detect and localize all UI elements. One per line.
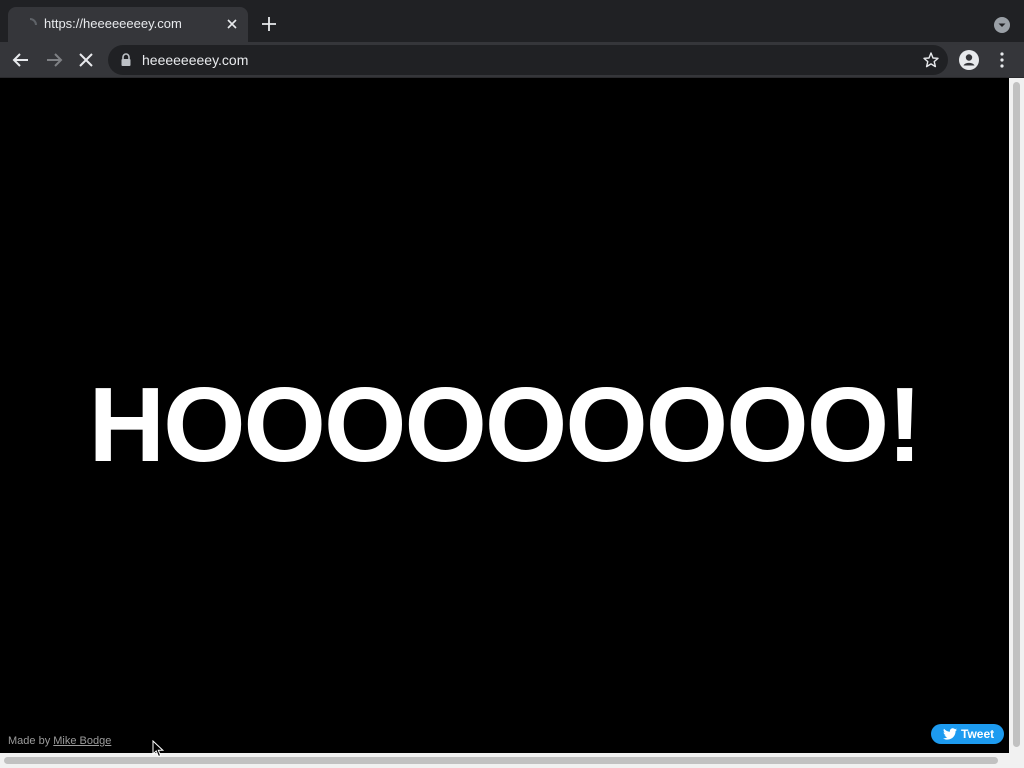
kebab-menu-icon[interactable]	[994, 50, 1010, 70]
lock-icon	[121, 53, 131, 66]
tab-active[interactable]: https://heeeeeeeey.com	[8, 7, 248, 42]
close-icon[interactable]	[75, 49, 97, 71]
url-text[interactable]: heeeeeeeey.com	[142, 52, 248, 68]
twitter-bird-icon	[943, 728, 957, 740]
arrow-right-icon[interactable]	[43, 49, 65, 71]
page-viewport: HOOOOOOOOO! Made by Mike Bodge Tweet	[0, 78, 1009, 753]
tweet-label: Tweet	[961, 727, 995, 741]
tab-title: https://heeeeeeeey.com	[44, 16, 182, 31]
plus-icon[interactable]	[260, 15, 278, 33]
mouse-cursor-icon	[152, 740, 164, 758]
tab-strip: https://heeeeeeeey.com	[0, 0, 1024, 42]
browser-window: https://heeeeeeeey.com heeeeeeeey.com HO…	[0, 0, 1024, 768]
tweet-button[interactable]: Tweet	[931, 724, 1004, 744]
credit-prefix: Made by	[8, 735, 51, 747]
loading-favicon-icon	[29, 18, 37, 26]
vertical-scroll-thumb[interactable]	[1013, 82, 1020, 747]
vertical-scrollbar[interactable]	[1009, 78, 1024, 753]
close-icon[interactable]	[224, 16, 240, 32]
address-bar[interactable]: heeeeeeeey.com	[108, 45, 948, 75]
headline: HOOOOOOOOO!	[88, 366, 923, 484]
chevron-down-circle-icon[interactable]	[994, 17, 1010, 33]
horizontal-scroll-thumb[interactable]	[4, 757, 998, 764]
arrow-left-icon[interactable]	[10, 49, 32, 71]
browser-toolbar: heeeeeeeey.com	[0, 42, 1024, 78]
person-icon[interactable]	[959, 50, 979, 70]
credit-line: Made by Mike Bodge	[8, 735, 111, 747]
author-link[interactable]: Mike Bodge	[53, 735, 111, 747]
star-icon[interactable]	[922, 51, 940, 69]
